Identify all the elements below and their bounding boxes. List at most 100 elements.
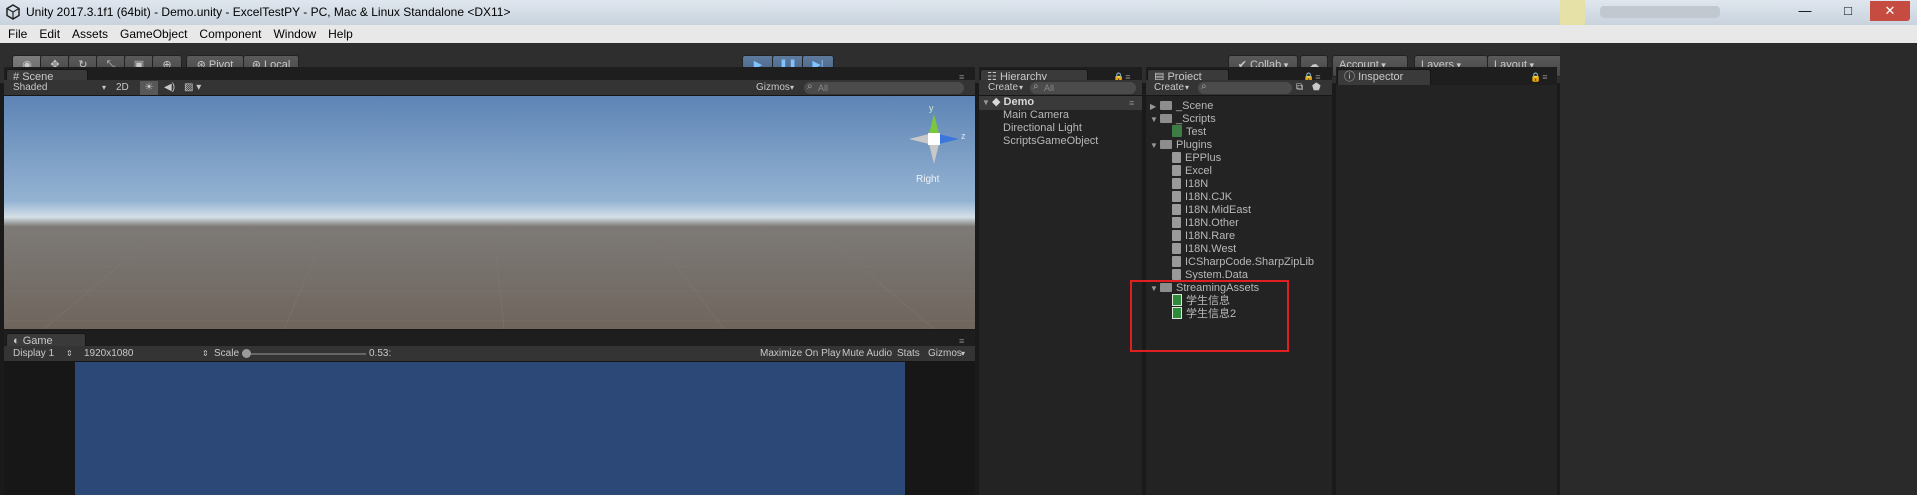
expanded-arrow-icon[interactable]: ▼: [1150, 113, 1160, 126]
shading-mode-dropdown[interactable]: Shaded: [13, 81, 47, 95]
resolution-dropdown[interactable]: 1920x1080: [84, 347, 134, 361]
audio-toggle-icon[interactable]: ◀): [164, 81, 175, 95]
project-item-scripts-folder[interactable]: ▼ _Scripts: [1150, 113, 1216, 126]
dll-icon: [1172, 255, 1181, 267]
tab-inspector[interactable]: ⓘ Inspector: [1337, 69, 1431, 85]
filter-by-type-icon[interactable]: ⧉: [1296, 81, 1303, 95]
project-item-excel[interactable]: Excel: [1172, 164, 1212, 178]
dll-icon: [1172, 151, 1181, 163]
maximize-on-play-toggle[interactable]: Maximize On Play: [760, 347, 841, 361]
menu-window[interactable]: Window: [267, 25, 322, 43]
hierarchy-search-input[interactable]: All: [1030, 81, 1136, 94]
hierarchy-create-dropdown[interactable]: Create: [988, 81, 1018, 95]
dll-icon: [1172, 229, 1181, 241]
menu-component[interactable]: Component: [193, 25, 267, 43]
hierarchy-create-arrow-icon[interactable]: ▾: [1019, 81, 1023, 95]
stats-toggle[interactable]: Stats: [897, 347, 920, 361]
scene-search-input[interactable]: All: [804, 81, 964, 94]
taskbar-notification: [1560, 0, 1585, 25]
project-item-epplus[interactable]: EPPlus: [1172, 151, 1221, 165]
project-item-scene-folder[interactable]: ▶ _Scene: [1150, 100, 1213, 113]
inspector-lock-icon[interactable]: 🔒≡: [1530, 72, 1548, 83]
menu-edit[interactable]: Edit: [33, 25, 66, 43]
dll-icon: [1172, 216, 1181, 228]
project-item-i18n[interactable]: I18N: [1172, 177, 1208, 191]
project-panel: ▤ Project 🔒≡ Create ▾ ⧉ ⬟ ▶_Scene ▼_Scri…: [1130, 67, 1332, 495]
scale-label: Scale: [214, 348, 240, 359]
project-item-i18n-other[interactable]: I18N.Other: [1172, 216, 1239, 230]
menu-bar: File Edit Assets GameObject Component Wi…: [0, 25, 1917, 43]
display-dropdown[interactable]: Display 1: [13, 347, 54, 361]
info-icon: ⓘ: [1344, 71, 1355, 83]
filter-by-label-icon[interactable]: ⬟: [1312, 81, 1321, 95]
project-item-test-script[interactable]: Test: [1172, 125, 1206, 139]
scene-viewport[interactable]: y z Right: [4, 96, 975, 329]
game-gizmos-dropdown[interactable]: Gizmos: [928, 347, 962, 361]
shading-dropdown-arrow-icon[interactable]: ▾: [102, 81, 106, 95]
game-gizmos-arrow-icon[interactable]: ▾: [961, 347, 965, 361]
maximize-button[interactable]: □: [1828, 1, 1868, 21]
display-dropdown-arrow-icon[interactable]: ⇕: [66, 347, 73, 361]
hierarchy-panel: ☷ Hierarchy 🔒≡ Create ▾ All ▼◆ Demo ≡ Ma…: [979, 67, 1142, 495]
game-panel: ◐ Game ≡ Display 1 ⇕ 1920x1080 ⇕ Scale 0…: [4, 331, 975, 495]
mute-audio-toggle[interactable]: Mute Audio: [842, 347, 892, 361]
game-panel-menu-icon[interactable]: ≡: [959, 336, 965, 346]
gizmos-dropdown-arrow-icon[interactable]: ▾: [790, 81, 794, 95]
scene-panel: # Scene ≡ Shaded ▾ 2D ☀ ◀) ▨ ▾ Gizmos ▾ …: [4, 67, 975, 329]
dll-icon: [1172, 268, 1181, 280]
game-render-area: [75, 362, 905, 495]
close-button[interactable]: ✕: [1870, 1, 1910, 21]
unity-logo-icon: [6, 4, 20, 20]
inspector-panel: ⓘ Inspector 🔒≡: [1336, 67, 1557, 495]
scene-expand-icon[interactable]: ▼: [982, 96, 992, 109]
highlight-box-streamingassets: [1130, 280, 1289, 352]
project-control-bar: Create ▾ ⧉ ⬟: [1146, 80, 1332, 96]
game-control-bar: Display 1 ⇕ 1920x1080 ⇕ Scale 0.53: Maxi…: [4, 346, 975, 362]
project-item-i18n-cjk[interactable]: I18N.CJK: [1172, 190, 1232, 204]
dll-icon: [1172, 242, 1181, 254]
2d-toggle[interactable]: 2D: [116, 81, 129, 95]
project-create-dropdown[interactable]: Create: [1154, 81, 1184, 95]
project-search-input[interactable]: [1198, 81, 1292, 94]
gizmo-view-label[interactable]: Right: [916, 174, 939, 185]
menu-assets[interactable]: Assets: [66, 25, 114, 43]
project-item-i18n-rare[interactable]: I18N.Rare: [1172, 229, 1235, 243]
project-item-sharpziplib[interactable]: ICSharpCode.SharpZipLib: [1172, 255, 1314, 269]
taskbar-notification-text: [1600, 6, 1720, 18]
project-item-i18n-mideast[interactable]: I18N.MidEast: [1172, 203, 1251, 217]
hierarchy-item-scripts-gameobject[interactable]: ScriptsGameObject: [1003, 135, 1098, 148]
empty-editor-area: [1560, 43, 1917, 495]
menu-gameobject[interactable]: GameObject: [114, 25, 193, 43]
project-create-arrow-icon[interactable]: ▾: [1185, 81, 1189, 95]
project-item-plugins-folder[interactable]: ▼ Plugins: [1150, 139, 1212, 152]
resolution-dropdown-arrow-icon[interactable]: ⇕: [202, 347, 209, 361]
menu-file[interactable]: File: [0, 25, 33, 43]
menu-help[interactable]: Help: [322, 25, 359, 43]
project-item-i18n-west[interactable]: I18N.West: [1172, 242, 1236, 256]
scene-name: Demo: [1003, 96, 1035, 108]
hierarchy-item-directional-light[interactable]: Directional Light: [1003, 122, 1082, 135]
minimize-button[interactable]: —: [1785, 1, 1825, 21]
scene-menu-icon[interactable]: ≡: [1129, 98, 1135, 108]
scene-root-row[interactable]: ▼ ◆ Demo ≡: [979, 96, 1142, 110]
hierarchy-item-main-camera[interactable]: Main Camera: [1003, 109, 1069, 122]
game-viewport[interactable]: [4, 362, 975, 495]
folder-icon: [1160, 113, 1172, 123]
dll-icon: [1172, 203, 1181, 215]
scene-control-bar: Shaded ▾ 2D ☀ ◀) ▨ ▾ Gizmos ▾ All: [4, 80, 975, 96]
dll-icon: [1172, 190, 1181, 202]
scale-slider-thumb[interactable]: [242, 349, 251, 358]
effects-toggle-icon[interactable]: ▨ ▾: [184, 81, 201, 95]
collapsed-arrow-icon[interactable]: ▶: [1150, 100, 1160, 113]
folder-icon: [1160, 139, 1172, 149]
scene-render: [4, 96, 975, 329]
dll-icon: [1172, 177, 1181, 189]
folder-icon: [1160, 100, 1172, 110]
project-tree: ▶ _Scene ▼ _Scripts Test ▼ Plugins EPPlus E…: [1130, 96, 1332, 495]
dll-icon: [1172, 164, 1181, 176]
hierarchy-control-bar: Create ▾ All: [979, 80, 1142, 96]
lighting-toggle-icon[interactable]: ☀: [140, 81, 158, 95]
gizmos-dropdown[interactable]: Gizmos: [756, 81, 790, 95]
scale-slider-track[interactable]: [242, 353, 366, 355]
expanded-arrow-icon[interactable]: ▼: [1150, 139, 1160, 152]
